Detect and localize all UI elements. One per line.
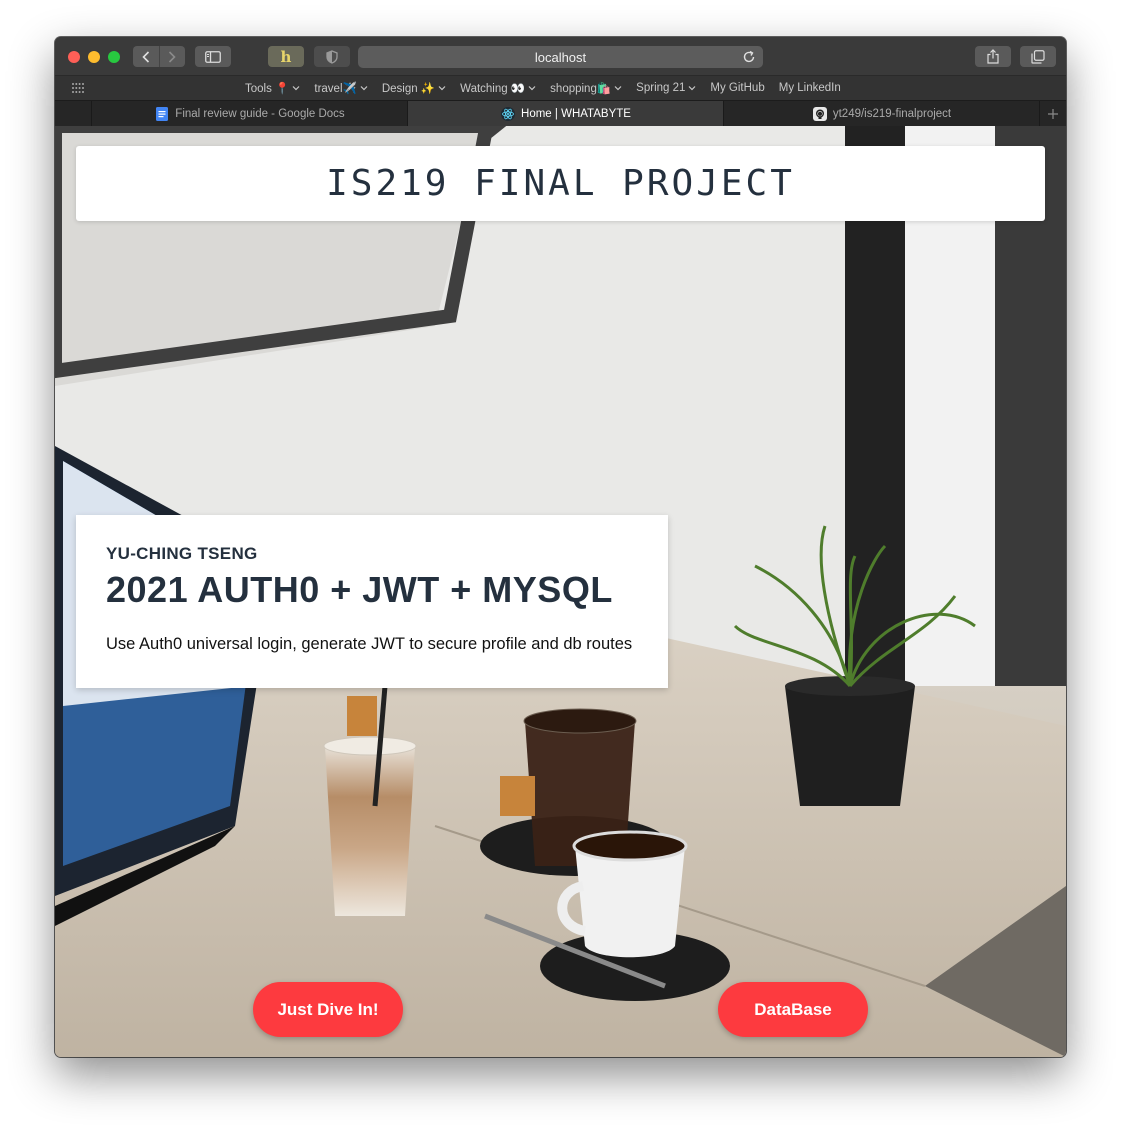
favorite-tools[interactable]: Tools 📍 xyxy=(245,81,300,95)
reload-icon[interactable] xyxy=(741,49,757,65)
favorite-label: shopping🛍️ xyxy=(550,83,612,95)
plus-icon xyxy=(1048,108,1058,119)
chevron-down-icon xyxy=(360,86,368,91)
react-icon xyxy=(501,106,516,121)
extension-glyph: h xyxy=(280,47,292,66)
favorite-design[interactable]: Design ✨ xyxy=(382,81,446,95)
tab-github-repo[interactable]: yt249/is219-finalproject xyxy=(723,101,1040,126)
favorite-my-github[interactable]: My GitHub xyxy=(710,82,764,94)
hero-description: Use Auth0 universal login, generate JWT … xyxy=(106,635,633,653)
favorite-label: travel✈️ xyxy=(314,83,357,95)
privacy-report-button[interactable] xyxy=(314,46,350,67)
page-title: IS219 FINAL PROJECT xyxy=(326,163,795,204)
author-name: YU-CHING TSENG xyxy=(106,544,258,563)
hero-card: YU-CHING TSENG 2021 AUTH0 + JWT + MYSQL … xyxy=(76,515,668,688)
favorites-list: Tools 📍 travel✈️ Design ✨ Watching 👀 sho… xyxy=(245,76,841,100)
title-banner: IS219 FINAL PROJECT xyxy=(76,146,1045,221)
favorite-my-linkedin[interactable]: My LinkedIn xyxy=(779,82,841,94)
favorite-watching[interactable]: Watching 👀 xyxy=(460,81,536,95)
grid-icon[interactable] xyxy=(71,82,85,94)
favorite-label: My LinkedIn xyxy=(778,82,841,94)
address-text: localhost xyxy=(534,49,587,65)
favorite-label: My GitHub xyxy=(710,82,765,94)
back-button[interactable] xyxy=(133,46,159,67)
sidebar-icon xyxy=(205,50,221,63)
browser-window: h localhost Tools 📍 travel✈️ Design ✨ Wa… xyxy=(55,37,1066,1057)
tab-home-whatabyte[interactable]: Home | WHATABYTE xyxy=(407,101,724,126)
forward-button[interactable] xyxy=(158,46,186,67)
minimize-window-button[interactable] xyxy=(88,51,100,63)
favorite-label: Spring 21 xyxy=(636,82,686,94)
favorite-label: Design ✨ xyxy=(381,83,436,95)
tab-bar: Final review guide - Google Docs Home | … xyxy=(55,100,1066,127)
chevron-down-icon xyxy=(614,86,622,91)
close-window-button[interactable] xyxy=(68,51,80,63)
browser-toolbar: h localhost xyxy=(55,37,1066,75)
favorite-label: Tools 📍 xyxy=(245,83,290,95)
favorite-travel[interactable]: travel✈️ xyxy=(314,81,368,95)
favorites-bar: Tools 📍 travel✈️ Design ✨ Watching 👀 sho… xyxy=(55,75,1066,100)
tab-title: Home | WHATABYTE xyxy=(521,107,631,120)
share-button[interactable] xyxy=(975,46,1011,67)
chevron-down-icon xyxy=(528,86,536,91)
just-dive-in-button[interactable]: Just Dive In! xyxy=(253,982,403,1037)
chevron-down-icon xyxy=(688,86,696,91)
share-icon xyxy=(987,49,999,64)
maximize-window-button[interactable] xyxy=(108,51,120,63)
chevron-left-icon xyxy=(142,50,149,63)
favorite-label: Watching 👀 xyxy=(460,83,526,95)
tab-overview-icon xyxy=(1031,49,1045,64)
tab-overview-button[interactable] xyxy=(1020,46,1056,67)
favorite-spring-21[interactable]: Spring 21 xyxy=(636,82,696,94)
new-tab-button[interactable] xyxy=(1039,101,1066,126)
hero-title: 2021 AUTH0 + JWT + MYSQL xyxy=(106,569,613,610)
tab-title: yt249/is219-finalproject xyxy=(832,107,952,120)
tab-title: Final review guide - Google Docs xyxy=(175,107,345,120)
tab-google-docs[interactable]: Final review guide - Google Docs xyxy=(91,101,408,126)
favorite-shopping[interactable]: shopping🛍️ xyxy=(550,81,622,95)
sidebar-toggle-button[interactable] xyxy=(195,46,231,67)
chevron-down-icon xyxy=(292,86,300,91)
shield-icon xyxy=(326,49,338,64)
address-bar[interactable]: localhost xyxy=(358,46,763,68)
page-content: IS219 FINAL PROJECT YU-CHING TSENG 2021 … xyxy=(55,126,1066,1057)
navigation-buttons xyxy=(133,46,185,67)
github-icon xyxy=(812,106,827,121)
google-docs-icon xyxy=(156,106,169,121)
chevron-down-icon xyxy=(438,86,446,91)
database-button[interactable]: DataBase xyxy=(718,982,868,1037)
chevron-right-icon xyxy=(169,50,176,63)
extension-button[interactable]: h xyxy=(268,46,304,67)
